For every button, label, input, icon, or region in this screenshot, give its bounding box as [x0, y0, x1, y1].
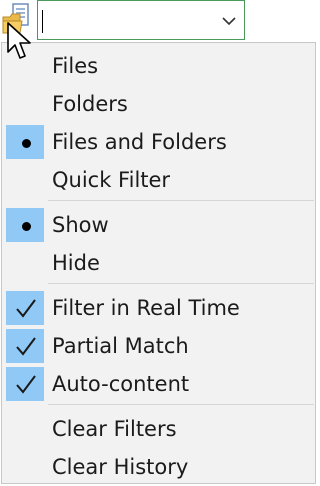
menu-item-label: Clear History	[52, 455, 189, 479]
filter-bar	[0, 0, 318, 42]
check-indicator	[6, 367, 44, 401]
menu-item-label: Auto-content	[52, 372, 190, 396]
menu-separator	[48, 404, 314, 405]
menu-item-folders[interactable]: Folders	[4, 86, 314, 122]
text-caret	[42, 10, 43, 33]
menu-separator	[48, 200, 314, 201]
menu-item-quick-filter[interactable]: Quick Filter	[4, 162, 314, 198]
menu-item-show[interactable]: Show	[4, 207, 314, 243]
radio-indicator	[6, 208, 44, 242]
menu-gutter	[6, 412, 44, 446]
menu-gutter	[6, 163, 44, 197]
checkmark-icon	[16, 299, 36, 318]
menu-item-filter-in-real-time[interactable]: Filter in Real Time	[4, 290, 314, 326]
menu-item-clear-filters[interactable]: Clear Filters	[4, 411, 314, 447]
menu-item-hide[interactable]: Hide	[4, 245, 314, 281]
menu-item-label: Filter in Real Time	[52, 296, 240, 320]
menu-item-label: Files	[52, 54, 99, 78]
radio-indicator	[6, 125, 44, 159]
menu-gutter	[6, 450, 44, 484]
checkmark-icon	[16, 337, 36, 356]
menu-item-clear-history[interactable]: Clear History	[4, 449, 314, 485]
filter-options-menu: Files Folders Files and Folders Quick Filte…	[1, 42, 316, 484]
menu-item-label: Hide	[52, 251, 100, 275]
menu-gutter	[6, 246, 44, 280]
chevron-down-icon[interactable]	[221, 13, 237, 29]
menu-item-auto-content[interactable]: Auto-content	[4, 366, 314, 402]
menu-item-files[interactable]: Files	[4, 48, 314, 84]
check-indicator	[6, 291, 44, 325]
menu-item-label: Quick Filter	[52, 168, 171, 192]
menu-item-label: Show	[52, 213, 109, 237]
menu-item-files-and-folders[interactable]: Files and Folders	[4, 124, 314, 160]
checkmark-icon	[16, 375, 36, 394]
menu-item-partial-match[interactable]: Partial Match	[4, 328, 314, 364]
menu-item-label: Clear Filters	[52, 417, 177, 441]
check-indicator	[6, 329, 44, 363]
menu-item-label: Files and Folders	[52, 130, 227, 154]
menu-item-label: Partial Match	[52, 334, 189, 358]
menu-item-label: Folders	[52, 92, 128, 116]
menu-separator	[48, 283, 314, 284]
menu-gutter	[6, 87, 44, 121]
mouse-pointer-icon	[7, 22, 31, 59]
radio-dot-icon	[22, 139, 31, 148]
filter-input[interactable]	[37, 0, 245, 40]
radio-dot-icon	[22, 222, 31, 231]
